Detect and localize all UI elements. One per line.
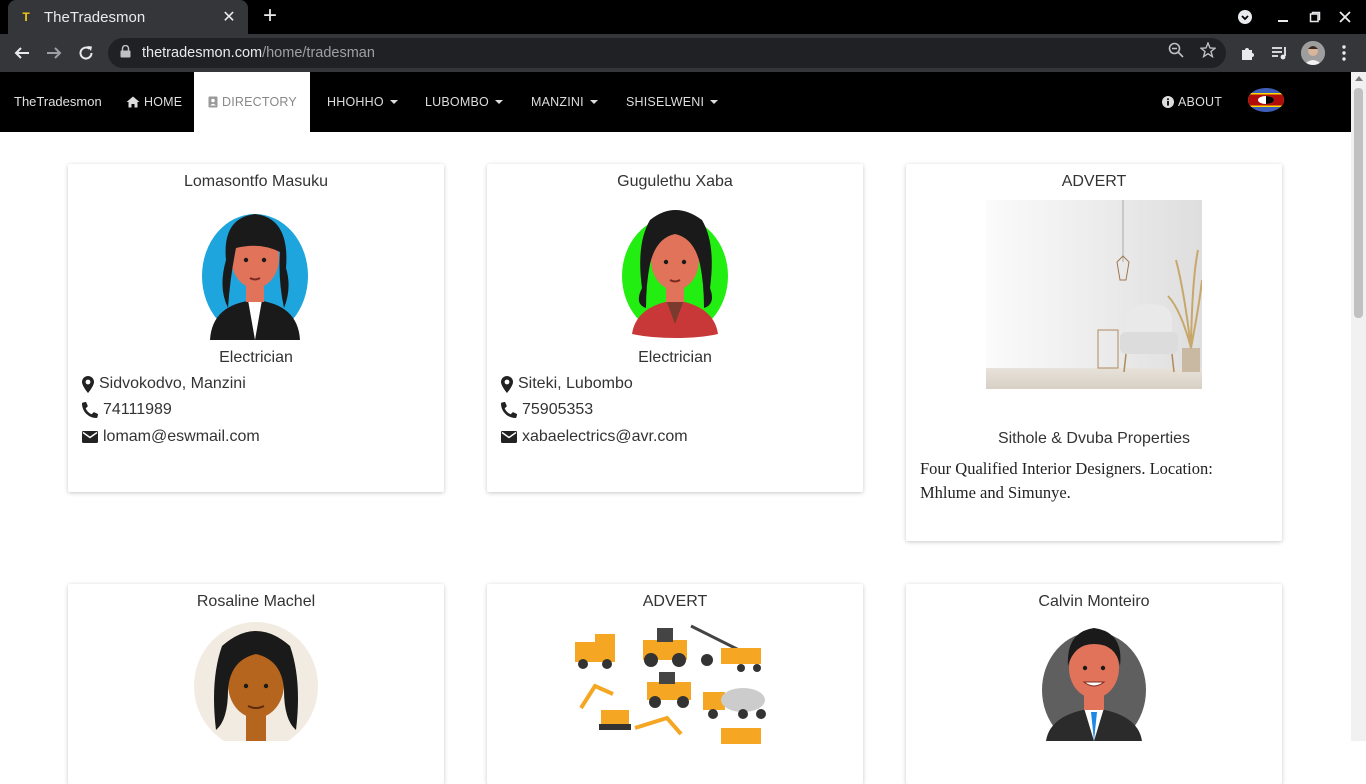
site-navbar: TheTradesmon HOME DIRECTORY HHOHHO LUBOM… bbox=[0, 72, 1351, 132]
bookmark-star-icon[interactable] bbox=[1199, 41, 1217, 59]
location-row: Siteki, Lubombo bbox=[501, 375, 633, 393]
location-text: Siteki, Lubombo bbox=[518, 375, 633, 392]
zoom-icon[interactable] bbox=[1167, 41, 1185, 59]
advert-heading: ADVERT bbox=[1061, 173, 1127, 190]
map-marker-icon bbox=[501, 375, 513, 393]
tradesman-name: Calvin Monteiro bbox=[1038, 593, 1150, 610]
email-row[interactable]: lomam@eswmail.com bbox=[82, 428, 260, 446]
advert-card[interactable]: ADVERT Sithole & Dvuba Properties Four Q… bbox=[906, 164, 1282, 541]
trade-label: Electrician bbox=[219, 349, 293, 366]
nav-directory-label: DIRECTORY bbox=[222, 95, 297, 109]
nav-region-label: SHISELWENI bbox=[626, 95, 705, 109]
nav-region-label: LUBOMBO bbox=[425, 95, 489, 109]
email-text[interactable]: xabaelectrics@avr.com bbox=[522, 428, 688, 446]
phone-row: 75905353 bbox=[501, 401, 593, 419]
advert-description: Four Qualified Interior Designers. Locat… bbox=[920, 459, 1213, 502]
trade-label: Electrician bbox=[638, 349, 712, 366]
caret-down-icon bbox=[494, 100, 503, 104]
tradesman-avatar bbox=[202, 214, 308, 340]
browser-tabstrip: T TheTradesmon ✕ + bbox=[0, 0, 1366, 34]
nav-region-label: MANZINI bbox=[531, 95, 584, 109]
advert-image bbox=[986, 200, 1202, 389]
eswatini-flag-icon[interactable] bbox=[1248, 88, 1284, 112]
lock-icon bbox=[120, 44, 134, 61]
nav-directory[interactable]: DIRECTORY bbox=[194, 72, 310, 132]
nav-region-label: HHOHHO bbox=[327, 95, 384, 109]
browser-tab[interactable]: T TheTradesmon ✕ bbox=[8, 0, 248, 34]
advert-image bbox=[575, 624, 766, 744]
url-path: /home/tradesman bbox=[262, 45, 375, 61]
advert-heading: ADVERT bbox=[642, 593, 708, 610]
tradesman-name: Rosaline Machel bbox=[196, 593, 316, 610]
browser-menu-icon[interactable] bbox=[1334, 43, 1354, 63]
envelope-icon bbox=[82, 431, 98, 443]
location-text: Sidvokodvo, Manzini bbox=[99, 375, 246, 392]
map-marker-icon bbox=[82, 375, 94, 393]
site-favicon-icon: T bbox=[22, 10, 30, 24]
nav-home[interactable]: HOME bbox=[126, 72, 182, 132]
phone-text: 75905353 bbox=[522, 401, 594, 418]
tradesman-card[interactable]: Lomasontfo Masuku Electrician Sidvokodvo… bbox=[68, 164, 444, 492]
location-row: Sidvokodvo, Manzini bbox=[82, 375, 246, 393]
email-row[interactable]: xabaelectrics@avr.com bbox=[501, 428, 688, 446]
tradesman-card[interactable]: Rosaline Machel bbox=[68, 584, 444, 784]
caret-down-icon bbox=[389, 100, 398, 104]
caret-down-icon bbox=[710, 100, 719, 104]
forward-arrow-icon[interactable] bbox=[40, 40, 68, 66]
phone-icon bbox=[82, 402, 98, 418]
nav-region-lubombo[interactable]: LUBOMBO bbox=[425, 72, 503, 132]
tradesman-card[interactable]: Gugulethu Xaba Electrician Siteki, Lubom… bbox=[487, 164, 863, 492]
tradesman-avatar bbox=[622, 210, 728, 338]
address-bar[interactable]: thetradesmon.com/home/tradesman bbox=[108, 38, 1226, 68]
email-text[interactable]: lomam@eswmail.com bbox=[103, 428, 260, 446]
nav-region-manzini[interactable]: MANZINI bbox=[531, 72, 598, 132]
nav-about[interactable]: ABOUT bbox=[1162, 72, 1222, 132]
profile-avatar-icon[interactable] bbox=[1301, 41, 1325, 65]
close-tab-icon[interactable]: ✕ bbox=[220, 8, 238, 26]
page-scrollbar[interactable] bbox=[1351, 72, 1366, 741]
tradesman-avatar bbox=[194, 622, 318, 741]
address-book-icon bbox=[208, 96, 218, 108]
reload-icon[interactable] bbox=[72, 40, 100, 66]
tradesman-avatar bbox=[1042, 628, 1146, 741]
new-tab-button[interactable]: + bbox=[258, 4, 282, 29]
nav-about-label: ABOUT bbox=[1178, 95, 1223, 109]
minimize-window-icon[interactable] bbox=[1272, 0, 1294, 34]
phone-icon bbox=[501, 402, 517, 418]
nav-home-label: HOME bbox=[144, 95, 183, 109]
media-queue-icon[interactable] bbox=[1270, 43, 1290, 63]
tradesman-name: Gugulethu Xaba bbox=[617, 173, 733, 190]
home-icon bbox=[126, 96, 140, 108]
restore-window-icon[interactable] bbox=[1304, 0, 1326, 34]
scroll-up-arrow-icon[interactable] bbox=[1355, 76, 1363, 81]
advert-card[interactable]: ADVERT bbox=[487, 584, 863, 784]
info-circle-icon bbox=[1162, 96, 1174, 108]
phone-row: 74111989 bbox=[82, 401, 172, 419]
site-brand[interactable]: TheTradesmon bbox=[14, 72, 102, 132]
tab-title: TheTradesmon bbox=[44, 8, 146, 26]
caret-down-icon bbox=[589, 100, 598, 104]
extensions-puzzle-icon[interactable] bbox=[1238, 43, 1258, 63]
back-arrow-icon[interactable] bbox=[8, 40, 36, 66]
tradesman-card[interactable]: Calvin Monteiro bbox=[906, 584, 1282, 784]
phone-text: 74111989 bbox=[103, 401, 172, 418]
browser-toolbar: thetradesmon.com/home/tradesman bbox=[0, 34, 1366, 72]
tradesman-name: Lomasontfo Masuku bbox=[183, 173, 329, 190]
advert-company: Sithole & Dvuba Properties bbox=[997, 430, 1191, 447]
close-window-icon[interactable] bbox=[1334, 0, 1356, 34]
nav-region-shiselweni[interactable]: SHISELWENI bbox=[626, 72, 719, 132]
nav-region-hhohho[interactable]: HHOHHO bbox=[327, 72, 398, 132]
url-host: thetradesmon.com bbox=[142, 45, 263, 61]
scroll-thumb[interactable] bbox=[1354, 88, 1363, 318]
tab-search-icon[interactable] bbox=[1234, 0, 1256, 34]
envelope-icon bbox=[501, 431, 517, 443]
